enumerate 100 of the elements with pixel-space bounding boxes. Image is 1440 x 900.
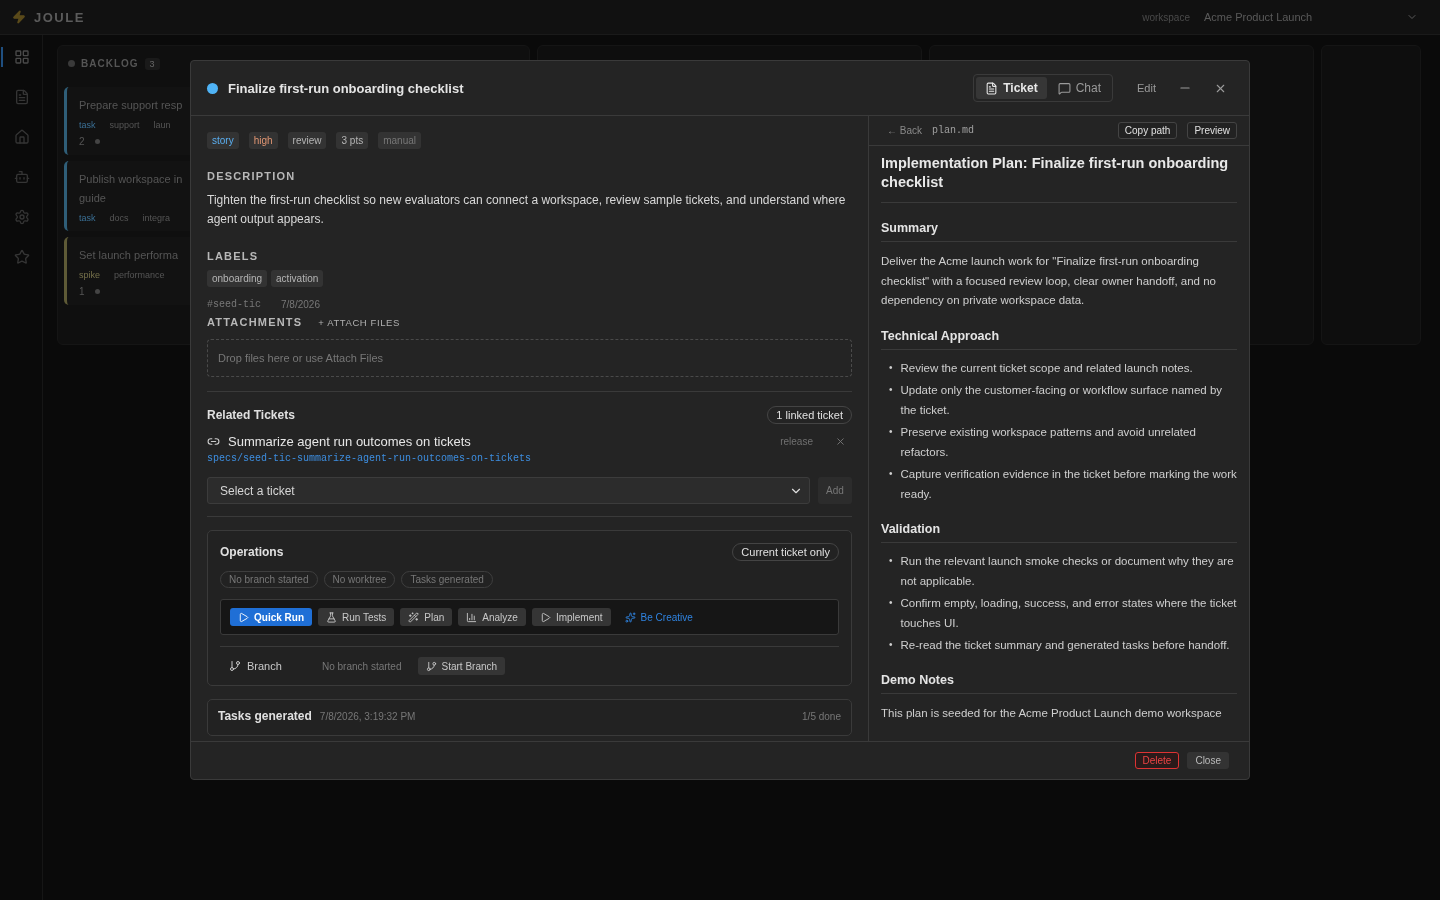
list-item: Run the relevant launch smoke checks or document why they are not applicable. [900,553,1235,589]
settings-icon [14,209,30,225]
ticket-date: 7/8/2026 [281,299,320,310]
edit-button[interactable]: Edit [1131,78,1162,98]
panel-title: Operations [220,545,284,559]
document-icon [14,89,30,105]
description-text: Tighten the first-run checklist so new evaluators can connect a workspace, review sample tickets, and understand where agent output appears. [207,192,847,228]
delete-button[interactable]: Delete [1134,752,1180,769]
list-item: Confirm empty, loading, success, and error states where the ticket touches UI. [900,595,1237,631]
status-dot [207,82,218,94]
action-button[interactable]: Implement [531,608,611,626]
section-heading: Validation [881,521,1237,543]
play-icon [539,611,551,623]
ticket-tag: review [287,132,327,149]
status-dot [94,289,100,294]
section-heading: Summary [881,221,1237,242]
list-item: Re-read the ticket summary and generated tasks before handoff. [900,637,1230,653]
status-dot [94,139,100,144]
card-title: Publish workspace in [79,173,183,185]
branch-label: Branch [220,660,314,672]
action-button[interactable]: Analyze [458,608,526,626]
close-button[interactable]: Close [1187,752,1229,769]
timestamp: 7/8/2026, 3:19:32 PM [319,710,416,722]
section-heading: Technical Approach [881,328,1237,350]
branch-status: No branch started [322,660,402,672]
ticket-tag: story [207,132,239,149]
branch-icon [425,660,437,672]
bullet: • [889,637,893,652]
action-button[interactable]: Be Creative [616,608,701,626]
star-icon [14,249,30,265]
dialog-title: Finalize first-run onboarding checklist [228,80,464,96]
list-item: Update only the customer-facing or workflow surface named by the ticket. [900,382,1224,418]
file-drop-zone[interactable]: Drop files here or use Attach Files [207,339,852,377]
file-name: plan.md [932,125,975,136]
preview-button[interactable]: Preview [1187,122,1237,139]
link-icon [207,435,220,448]
label-chip: onboarding [207,270,268,287]
card-tag: integra [142,213,171,223]
ticket-tag: release [780,436,813,447]
list-item: Preserve existing workspace patterns and avoid unrelated refactors. [900,424,1197,460]
bullet: • [889,466,893,481]
sparkles-icon [624,611,636,623]
list-item: Capture verification evidence in the ticket before marking the work ready. [900,466,1237,502]
bullet: • [889,360,893,375]
label-chip: activation [271,270,324,287]
card-tag: laun [153,120,171,130]
remove-icon[interactable] [835,436,846,447]
chat-icon [1057,81,1071,95]
bullet: • [889,424,893,439]
document-icon [985,81,999,95]
branch-icon [229,660,241,672]
ticket-tag: high [248,132,278,149]
done-count: 1/5 done [802,710,841,722]
ticket-tag: manual [378,132,421,149]
bullet: • [889,595,893,610]
bot-icon [14,169,30,185]
section-heading: DESCRIPTION [207,170,296,182]
card-title: Set launch performa [79,249,179,261]
play-icon [238,611,249,623]
flask-icon [326,611,337,623]
card-tag: docs [109,213,129,223]
card-tag: performance [114,270,165,280]
card-tag: spike [79,270,100,280]
card-tag: task [79,120,96,130]
action-button[interactable]: Quick Run [230,608,312,626]
section-heading: ATTACHMENTS [207,316,303,328]
list-item: Review the current ticket scope and related launch notes. [900,360,1193,376]
home-icon [14,129,30,145]
tab[interactable]: Ticket [976,77,1047,99]
section-heading: LABELS [207,250,259,262]
bullet: • [889,382,893,397]
ticket-id: #seed-tic [207,299,261,310]
tab[interactable]: Chat [1048,77,1111,99]
document-title: Implementation Plan: Finalize first-run onboarding checklist [881,154,1237,203]
status-dot [68,60,75,67]
action-button[interactable]: Plan [400,608,453,626]
ticket-tag: 3 pts [336,132,369,149]
column-title: BACKLOG [81,58,139,69]
card-count: 1 [79,286,85,297]
card-tag: task [79,213,96,223]
lightning-icon [12,10,26,24]
back-link[interactable]: ← Back [887,125,922,136]
panel-title: Tasks generated [218,709,312,723]
spec-path-link[interactable]: specs/seed-tic-summarize-agent-run-outcomes-on-tickets [207,453,852,464]
workspace-label: workspace [1142,11,1190,23]
paragraph: Deliver the Acme launch work for "Finalize first-run onboarding checklist" with a focused review loop, clear owner handoff, and no dependency on private workspace data. [881,254,1217,308]
copy-path-button[interactable]: Copy path [1117,122,1178,139]
card-title: Prepare support resp [79,99,183,111]
attach-files-link[interactable]: + ATTACH FILES [318,316,400,328]
ticket-select[interactable]: Select a ticket [207,477,810,504]
grid-icon [14,49,30,65]
bullet: • [889,553,893,568]
start-branch-button[interactable]: Start Branch [417,657,506,675]
paragraph: This plan is seeded for the Acme Product Launch demo workspace [881,705,1223,721]
linked-ticket-title[interactable]: Summarize agent run outcomes on tickets [228,434,471,449]
card-count: 2 [79,136,85,147]
section-heading: Demo Notes [881,672,1237,694]
wand-icon [408,611,420,623]
action-button[interactable]: Run Tests [318,608,395,626]
bar-chart-icon [466,611,478,623]
